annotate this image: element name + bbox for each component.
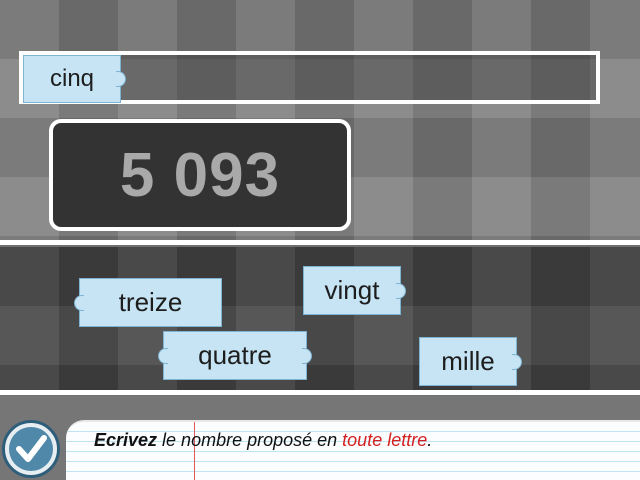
tile-label: cinq: [49, 65, 95, 92]
instruction-verb: Ecrivez: [94, 430, 158, 450]
instruction-middle: le nombre proposé en: [157, 430, 343, 450]
tile-label: mille: [441, 346, 495, 376]
number-display: 5 093: [49, 119, 351, 231]
tile-label: vingt: [324, 275, 380, 305]
validate-button[interactable]: [2, 420, 60, 478]
instruction-end: .: [427, 430, 433, 450]
number-value: 5 093: [119, 140, 281, 210]
answer-tile-cinq[interactable]: cinq: [23, 55, 126, 103]
tile-label: quatre: [198, 340, 272, 370]
check-icon: [9, 427, 53, 471]
instruction-panel: Ecrivez le nombre proposé en toute lettr…: [66, 420, 640, 480]
instruction-highlight: toute lettre: [342, 430, 428, 450]
divider-bottom: [0, 390, 640, 395]
word-tile-quatre[interactable]: quatre: [158, 331, 312, 380]
word-tile-mille[interactable]: mille: [419, 337, 522, 386]
divider-top: [0, 240, 640, 245]
instruction-text: Ecrivez le nombre proposé en toute lettr…: [94, 430, 432, 451]
tile-notch: [74, 294, 84, 311]
tile-label: treize: [118, 287, 183, 317]
word-tile-vingt[interactable]: vingt: [303, 266, 406, 315]
word-tile-treize[interactable]: treize: [74, 278, 222, 327]
tile-notch: [158, 347, 168, 364]
